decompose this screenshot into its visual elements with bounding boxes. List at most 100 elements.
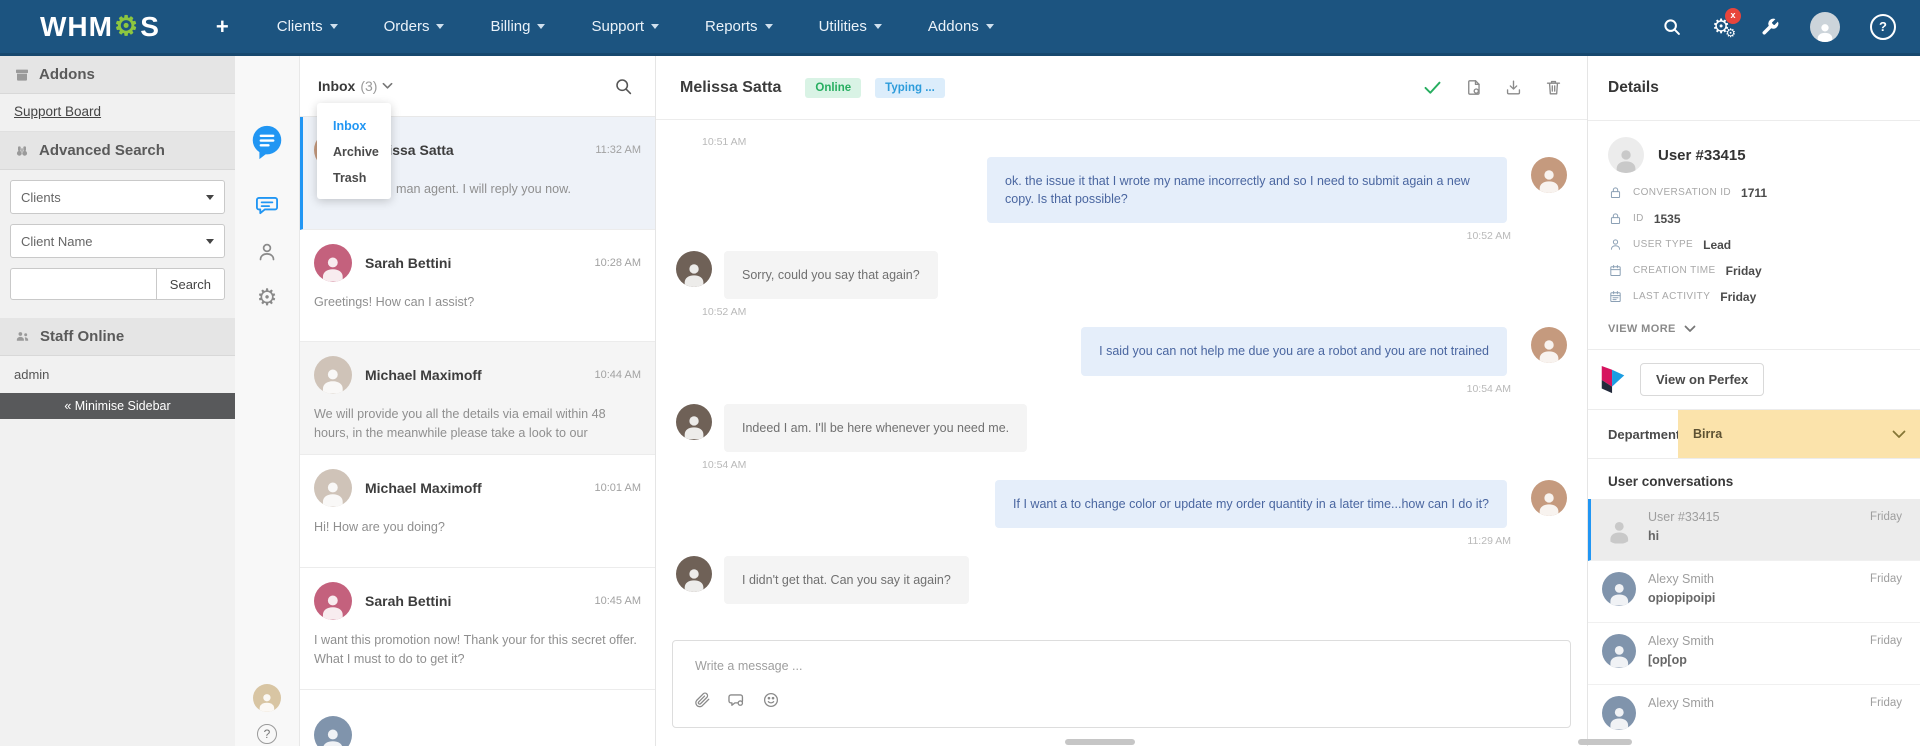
agent-avatar[interactable] xyxy=(253,684,281,712)
search-field-select[interactable]: Client Name xyxy=(10,224,225,258)
download-icon[interactable] xyxy=(1504,78,1523,97)
caret-down-icon xyxy=(330,24,338,29)
conversation-item-partial[interactable] xyxy=(300,690,655,746)
sidebar-search-input[interactable] xyxy=(10,268,156,300)
horizontal-scrollbar-thumb[interactable] xyxy=(1578,739,1632,745)
details-title: Details xyxy=(1588,56,1920,121)
conversation-item-michael-2[interactable]: Michael Maximoff 10:01 AM Hi! How are yo… xyxy=(300,455,655,568)
conversation-name: Michael Maximoff xyxy=(365,367,482,383)
menu-support[interactable]: Support xyxy=(591,18,659,35)
minimise-sidebar-button[interactable]: « Minimise Sidebar xyxy=(0,393,235,419)
horizontal-scrollbar-thumb[interactable] xyxy=(1065,739,1135,745)
field-last-activity: LAST ACTIVITY Friday xyxy=(1588,289,1920,304)
system-status-gears-icon[interactable]: ⚙⚙ x xyxy=(1712,17,1730,37)
avatar xyxy=(1602,634,1636,668)
emoji-icon[interactable] xyxy=(762,691,780,710)
message-row: I said you can not help me due you are a… xyxy=(676,327,1567,375)
view-on-perfex-button[interactable]: View on Perfex xyxy=(1640,363,1764,396)
menu-billing[interactable]: Billing xyxy=(490,18,545,35)
avatar xyxy=(314,244,352,282)
sidebar-search-button[interactable]: Search xyxy=(156,268,225,300)
mark-read-check-icon[interactable] xyxy=(1422,77,1443,98)
menu-orders[interactable]: Orders xyxy=(384,18,445,35)
conversation-item-sarah-2[interactable]: Sarah Bettini 10:45 AM I want this promo… xyxy=(300,568,655,690)
conversation-preview: Hi! How are you doing? xyxy=(314,518,641,537)
conversation-time: 10:28 AM xyxy=(595,257,641,269)
top-navbar: WHM⚙S + Clients Orders Billing Support R… xyxy=(0,0,1920,56)
user-conversation-item[interactable]: Alexy SmithFriday opiopipoipi xyxy=(1588,561,1920,623)
folder-count: (3) xyxy=(360,78,377,94)
menu-clients[interactable]: Clients xyxy=(277,18,338,35)
users-tab-icon[interactable] xyxy=(255,240,279,264)
trash-icon[interactable] xyxy=(1544,78,1563,97)
avatar xyxy=(1602,696,1636,730)
user-conversation-item[interactable]: Alexy SmithFriday [op[op xyxy=(1588,623,1920,685)
message-row: ok. the issue it that I wrote my name in… xyxy=(676,157,1567,223)
search-icon[interactable] xyxy=(1662,17,1682,37)
admin-avatar[interactable] xyxy=(1810,12,1840,42)
message-input[interactable] xyxy=(693,658,1554,674)
folder-option-archive[interactable]: Archive xyxy=(317,139,391,165)
avatar xyxy=(314,716,352,746)
user-icon xyxy=(1608,237,1623,252)
folder-option-trash[interactable]: Trash xyxy=(317,165,391,191)
transcript-note-icon[interactable] xyxy=(1464,78,1483,97)
attachment-icon[interactable] xyxy=(693,691,711,710)
menu-addons[interactable]: Addons xyxy=(928,18,994,35)
user-conversation-item[interactable]: Alexy SmithFriday xyxy=(1588,685,1920,746)
message-time: 10:54 AM xyxy=(676,459,1567,471)
user-conversation-item[interactable]: User #33415Friday hi xyxy=(1588,499,1920,561)
wrench-icon[interactable] xyxy=(1760,17,1780,37)
chat-panel: Melissa Satta Online Typing ... 10:51 AM xyxy=(656,56,1587,746)
conversations-tab-icon[interactable] xyxy=(254,192,280,218)
avatar xyxy=(676,556,712,592)
support-board-logo-icon[interactable] xyxy=(248,122,286,162)
folder-option-inbox[interactable]: Inbox xyxy=(317,113,391,139)
view-more-toggle[interactable]: VIEW MORE xyxy=(1588,315,1920,350)
message-time: 10:54 AM xyxy=(676,383,1567,395)
binoculars-icon xyxy=(14,143,30,159)
support-board-link[interactable]: Support Board xyxy=(14,104,101,119)
caret-down-icon xyxy=(206,195,214,200)
field-id: ID 1535 xyxy=(1588,211,1920,226)
department-select[interactable]: Department Birra xyxy=(1588,410,1920,459)
conversation-preview: We will provide you all the details via … xyxy=(314,405,641,443)
details-panel: Details User #33415 CONVERSATION ID 1711… xyxy=(1587,56,1920,746)
saved-replies-icon[interactable] xyxy=(727,691,746,710)
rail-help-icon[interactable]: ? xyxy=(257,724,277,744)
chevron-down-icon xyxy=(1892,430,1906,439)
caret-down-icon xyxy=(537,24,545,29)
conversation-item-sarah-1[interactable]: Sarah Bettini 10:28 AM Greetings! How ca… xyxy=(300,230,655,342)
visitor-message-bubble: ok. the issue it that I wrote my name in… xyxy=(987,157,1507,223)
quick-add-button[interactable]: + xyxy=(216,14,229,40)
staff-online-header: Staff Online xyxy=(0,318,235,356)
folder-dropdown-toggle[interactable]: Inbox (3) xyxy=(318,78,393,94)
menu-reports[interactable]: Reports xyxy=(705,18,773,35)
navbar-actions: ⚙⚙ x ? xyxy=(1662,12,1896,42)
sidebar-search-row: Search xyxy=(10,268,225,300)
search-type-select[interactable]: Clients xyxy=(10,180,225,214)
conversation-name: Sarah Bettini xyxy=(365,255,451,271)
conversation-item-michael-1[interactable]: Michael Maximoff 10:44 AM We will provid… xyxy=(300,342,655,455)
chat-title: Melissa Satta xyxy=(680,79,781,97)
caret-down-icon xyxy=(206,239,214,244)
avatar xyxy=(1531,157,1567,193)
visitor-message-bubble: If I want a to change color or update my… xyxy=(995,480,1507,528)
menu-utilities[interactable]: Utilities xyxy=(819,18,882,35)
main-menu: Clients Orders Billing Support Reports U… xyxy=(277,18,994,35)
help-icon[interactable]: ? xyxy=(1870,14,1896,40)
folder-label: Inbox xyxy=(318,78,355,94)
staff-online-title: Staff Online xyxy=(40,328,124,345)
message-composer[interactable] xyxy=(672,640,1571,728)
settings-tab-icon[interactable]: ⚙ xyxy=(257,286,278,309)
staff-group-icon xyxy=(14,328,31,345)
whmcs-logo[interactable]: WHM⚙S xyxy=(40,11,160,43)
user-placeholder-avatar xyxy=(1602,510,1636,544)
logo-gear-icon: ⚙ xyxy=(114,11,139,42)
chat-header-actions xyxy=(1422,77,1563,98)
conversation-search-icon[interactable] xyxy=(614,77,633,96)
calendar-icon xyxy=(1608,263,1623,278)
chevron-down-icon xyxy=(1684,325,1696,333)
whmcs-support-board-screen: WHM⚙S + Clients Orders Billing Support R… xyxy=(0,0,1920,746)
avatar xyxy=(1531,327,1567,363)
